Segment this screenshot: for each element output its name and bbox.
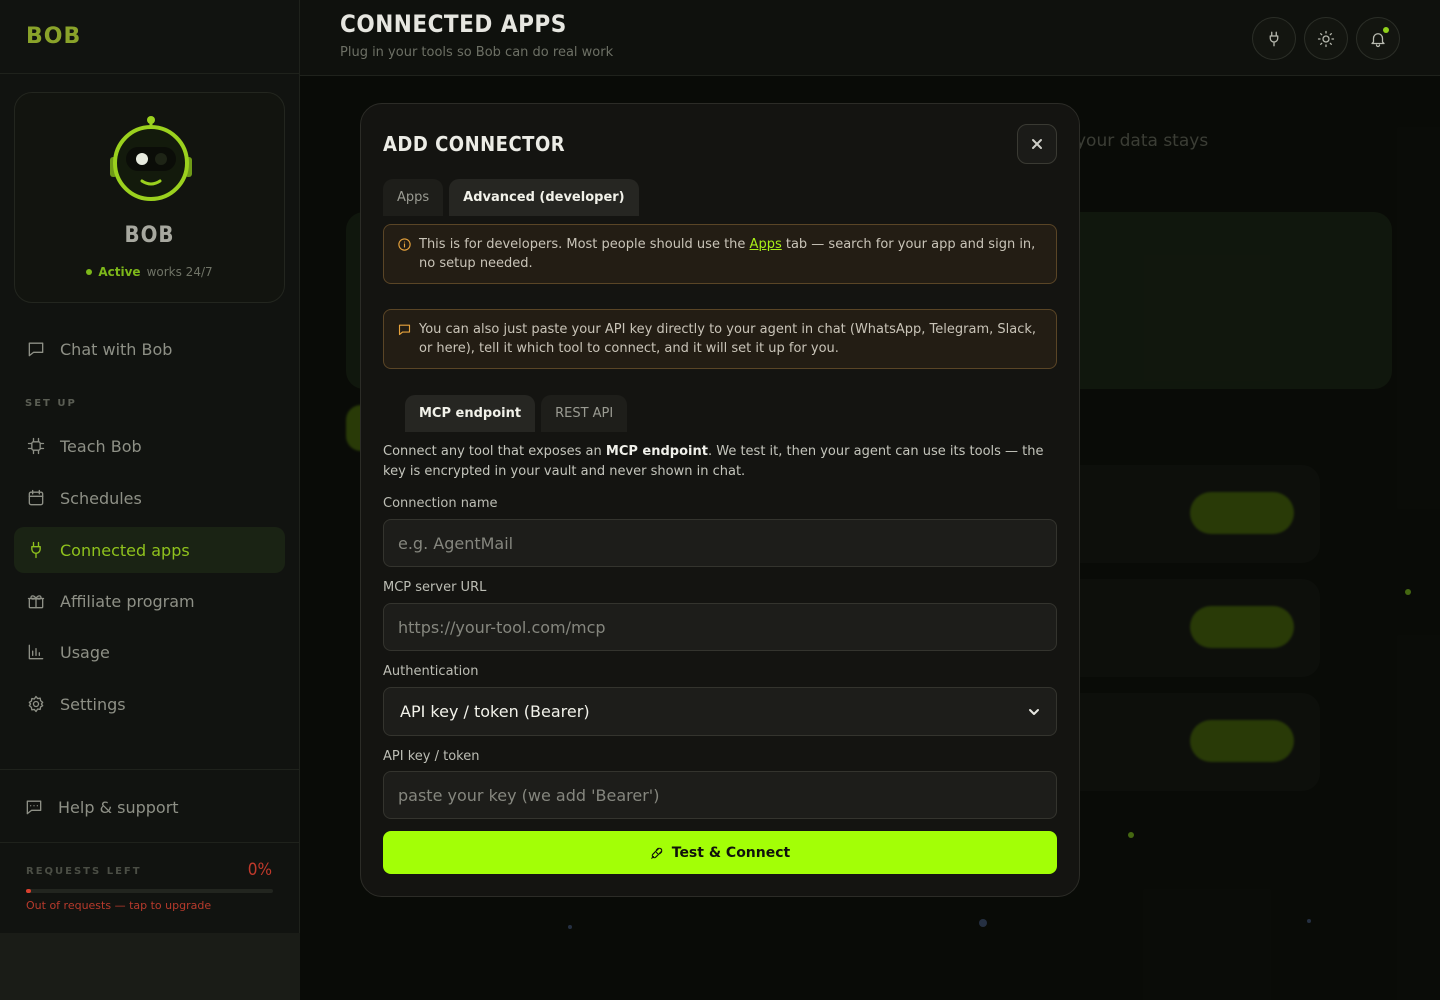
modal-title: ADD CONNECTOR [383,132,566,156]
page-header: CONNECTED APPS Plug in your tools so Bob… [300,0,1440,76]
close-icon [1032,139,1042,149]
calendar-icon [28,489,44,506]
plug-icon [1269,31,1279,46]
sun-icon [1317,30,1335,47]
sidebar: BOB BOB Active works 24/7 Chat with Bob … [0,0,300,1000]
agent-profile-card[interactable]: BOB Active works 24/7 [14,92,285,303]
notice-text: You can also just paste your API key dir… [419,322,1037,356]
test-connect-label: Test & Connect [671,844,791,861]
agent-name: BOB [124,223,175,248]
chevron-down-icon [1029,708,1039,715]
sidebar-divider [0,769,300,770]
tab-rest-api[interactable]: REST API [541,395,628,432]
logo[interactable]: BOB [26,24,81,49]
tab-apps[interactable]: Apps [383,179,444,216]
api-key-label: API key / token [383,749,480,764]
requests-left-percent: 0% [247,860,272,880]
page-title: CONNECTED APPS [340,10,567,38]
mcp-description: Connect any tool that exposes an MCP end… [383,442,1059,482]
sidebar-item-label: Schedules [60,488,142,508]
sidebar-item-label: Help & support [58,797,179,817]
api-key-input[interactable] [383,771,1057,819]
chat-bubble-icon [398,324,411,336]
sidebar-item-help[interactable]: Help & support [12,784,283,830]
sidebar-item-label: Connected apps [60,540,190,560]
requests-left-label: REQUESTS LEFT [26,866,142,877]
sidebar-divider [0,842,300,843]
authentication-label: Authentication [383,664,479,679]
notice-text: This is for developers. Most people shou… [419,237,750,252]
logo-row: BOB [0,0,299,74]
sidebar-item-chat[interactable]: Chat with Bob [14,326,285,372]
chat-paste-notice: You can also just paste your API key dir… [383,309,1057,369]
authentication-selected: API key / token (Bearer) [400,702,590,721]
availability-label: works 24/7 [146,265,213,279]
upgrade-link[interactable]: Out of requests — tap to upgrade [26,899,211,912]
sidebar-item-affiliate[interactable]: Affiliate program [14,578,285,624]
status-dot-icon [86,269,93,275]
test-connect-button[interactable]: Test & Connect [383,831,1057,874]
theme-toggle-button[interactable] [1304,17,1348,60]
mcp-url-label: MCP server URL [383,580,487,595]
robot-avatar-icon [110,116,192,201]
notification-dot [1383,27,1389,33]
sidebar-item-label: Chat with Bob [60,339,173,359]
sidebar-item-settings[interactable]: Settings [14,681,285,727]
sidebar-item-label: Settings [60,694,126,714]
page-subtitle: Plug in your tools so Bob can do real wo… [340,45,614,60]
connection-type-tabs: MCP endpoint REST API [405,395,628,432]
status-active-label: Active [98,265,141,279]
sidebar-item-schedules[interactable]: Schedules [14,475,285,521]
sidebar-item-teach-bob[interactable]: Teach Bob [14,423,285,469]
bar-chart-icon [28,644,44,660]
desc-text: Connect any tool that exposes an [383,444,606,459]
plug-connect-icon [650,847,662,859]
info-icon [398,238,411,251]
gift-icon [27,595,45,609]
close-button[interactable] [1017,124,1057,164]
sidebar-footer [0,933,300,1000]
mcp-url-input[interactable] [383,603,1057,651]
chip-icon [27,437,45,455]
sidebar-item-usage[interactable]: Usage [14,629,285,675]
sidebar-item-label: Teach Bob [60,436,142,456]
requests-progress-bar [26,889,273,893]
connector-tabs: Apps Advanced (developer) [383,179,639,216]
tab-mcp-endpoint[interactable]: MCP endpoint [405,395,536,432]
desc-bold: MCP endpoint [605,444,708,459]
plug-icon [31,541,41,559]
gear-icon [28,695,44,713]
connection-name-input[interactable] [383,519,1057,567]
add-connector-modal: ADD CONNECTOR Apps Advanced (developer) … [360,103,1080,897]
notifications-button[interactable] [1356,17,1400,60]
connection-name-label: Connection name [383,496,498,511]
chat-bubble-icon [28,342,44,357]
sidebar-item-connected-apps[interactable]: Connected apps [14,527,285,573]
sidebar-item-label: Usage [60,642,110,662]
help-chat-icon [26,800,42,815]
section-label-setup: SET UP [25,398,77,409]
developer-notice: This is for developers. Most people shou… [383,224,1057,284]
tab-advanced-developer[interactable]: Advanced (developer) [449,179,639,216]
agent-status: Active works 24/7 [15,265,284,279]
sidebar-item-label: Affiliate program [60,591,195,611]
connect-button[interactable] [1252,17,1296,60]
authentication-select[interactable]: API key / token (Bearer) [383,687,1057,736]
apps-tab-link[interactable]: Apps [750,237,782,252]
requests-progress-fill [26,889,31,893]
